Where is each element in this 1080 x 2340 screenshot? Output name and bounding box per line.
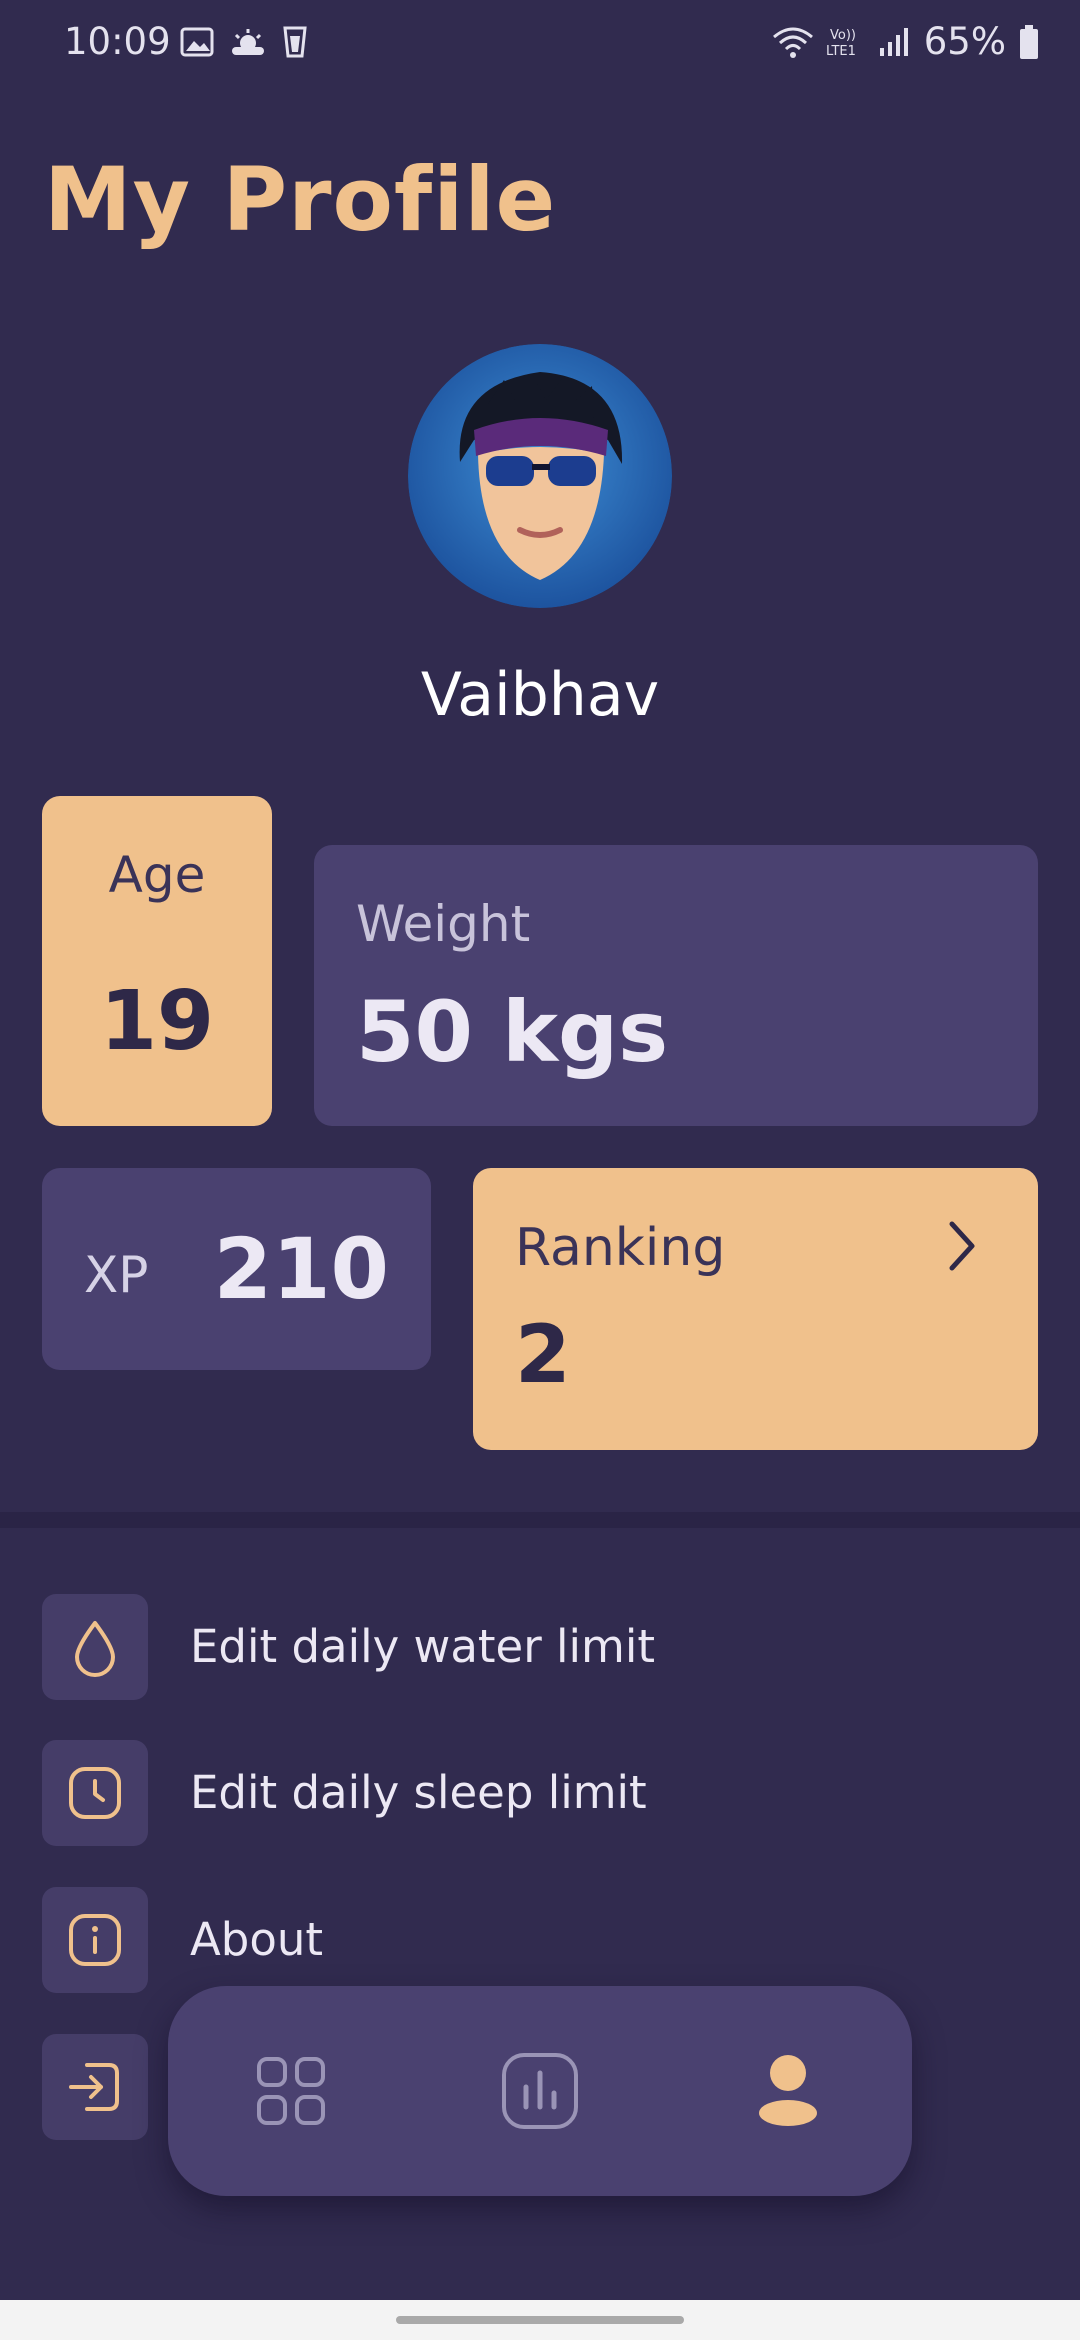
logout-icon: [42, 2034, 148, 2140]
grid-icon: [257, 2057, 325, 2125]
menu-item-water-limit[interactable]: Edit daily water limit: [42, 1594, 1038, 1700]
weight-value: 50 kgs: [356, 983, 669, 1081]
nav-dashboard[interactable]: [241, 2041, 341, 2141]
info-icon: [42, 1887, 148, 1993]
profile-icon: [759, 2055, 817, 2126]
nav-statistics[interactable]: [490, 2041, 590, 2141]
signal-icon: [879, 28, 908, 56]
xp-label: XP: [84, 1246, 149, 1304]
home-gesture-handle[interactable]: [396, 2316, 684, 2324]
water-drop-icon: [42, 1594, 148, 1700]
user-name: Vaibhav: [420, 660, 660, 730]
menu-item-about[interactable]: About: [42, 1887, 1038, 1993]
battery-percentage: 65%: [923, 20, 1006, 63]
age-value: 19: [99, 974, 215, 1069]
age-label: Age: [108, 846, 206, 904]
menu-label-sleep-limit: Edit daily sleep limit: [190, 1766, 647, 1819]
menu-label-water-limit: Edit daily water limit: [190, 1620, 656, 1673]
ranking-label: Ranking: [515, 1218, 726, 1278]
bottom-navigation: [168, 1986, 912, 2196]
chevron-right-icon: [949, 1221, 975, 1271]
ranking-card[interactable]: Ranking 2: [473, 1168, 1038, 1450]
page-title: My Profile: [44, 148, 557, 251]
battery-icon: [1020, 25, 1038, 59]
status-time: 10:09: [64, 20, 171, 63]
svg-text:LTE1: LTE1: [826, 44, 856, 59]
weather-icon: [232, 29, 264, 55]
wifi-icon: [772, 27, 813, 58]
volte-icon: Vo)) LTE1: [826, 28, 856, 59]
svg-text:Vo)): Vo)): [830, 28, 856, 43]
ranking-value: 2: [515, 1308, 571, 1401]
avatar[interactable]: [408, 344, 672, 608]
clock-icon: [42, 1740, 148, 1846]
section-divider: [0, 1512, 1080, 1528]
weight-card: Weight 50 kgs: [314, 845, 1038, 1126]
xp-card: XP 210: [42, 1168, 431, 1370]
weight-label: Weight: [356, 895, 531, 953]
status-icons-left: [180, 22, 308, 62]
menu-item-logout[interactable]: [42, 2034, 148, 2140]
glass-icon: [283, 26, 307, 58]
age-card: Age 19: [42, 796, 272, 1126]
menu-item-sleep-limit[interactable]: Edit daily sleep limit: [42, 1740, 1038, 1846]
menu-label-about: About: [190, 1913, 324, 1966]
xp-value: 210: [213, 1220, 389, 1318]
nav-profile[interactable]: [738, 2041, 838, 2141]
status-icons-right: Vo)) LTE1 65%: [772, 18, 1040, 66]
bar-chart-icon: [502, 2053, 578, 2129]
image-icon: [180, 27, 214, 57]
